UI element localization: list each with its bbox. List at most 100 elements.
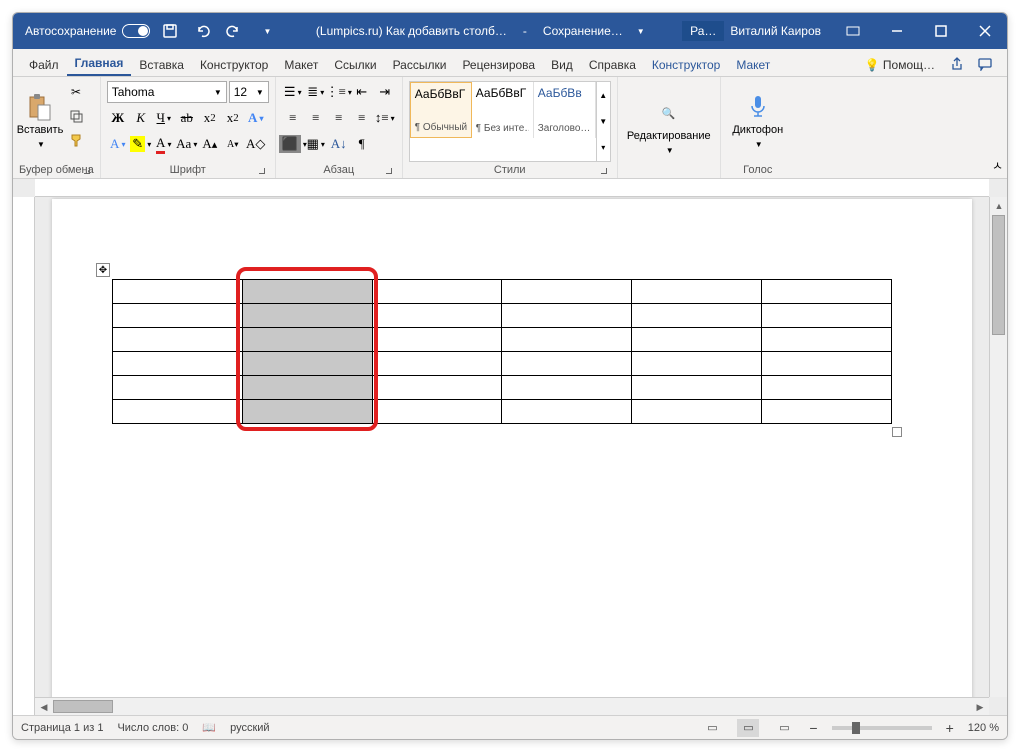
style-no-spacing[interactable]: АаБбВвГ ¶ Без инте… [472, 82, 534, 138]
word-count[interactable]: Число слов: 0 [117, 722, 188, 734]
subscript-button[interactable]: x2 [199, 107, 221, 129]
table-move-handle[interactable]: ✥ [96, 263, 110, 277]
table-resize-handle[interactable] [892, 427, 902, 437]
strikethrough-button[interactable]: ab [176, 107, 198, 129]
print-layout-button[interactable]: ▭ [737, 719, 759, 737]
user-name[interactable]: Виталий Каиров [730, 24, 831, 38]
styles-gallery[interactable]: АаБбВвГ ¶ Обычный АаБбВвГ ¶ Без инте… Аа… [409, 81, 611, 162]
ribbon: Вставить ▼ ✂ Буфер обмена Tahoma▼ 12▼ Ж [13, 77, 1007, 179]
format-painter-button[interactable] [65, 129, 87, 151]
autosave-toggle[interactable]: Автосохранение [25, 24, 150, 38]
text-effects-button[interactable]: A▾ [245, 107, 267, 129]
tab-insert[interactable]: Вставка [131, 53, 192, 76]
horizontal-ruler[interactable] [35, 179, 989, 197]
tab-home[interactable]: Главная [67, 51, 132, 76]
horizontal-scrollbar[interactable]: ◀ ▶ [35, 697, 989, 715]
styles-dialog-launcher[interactable] [597, 164, 609, 176]
tell-me[interactable]: 💡 Помощ… [857, 53, 943, 76]
table-row [113, 328, 892, 352]
share-button[interactable] [943, 52, 971, 76]
sort-button[interactable]: A↓ [328, 133, 350, 155]
font-size-combo[interactable]: 12▼ [229, 81, 269, 103]
minimize-button[interactable] [875, 13, 919, 49]
vertical-scrollbar[interactable]: ▲ ▼ [989, 197, 1007, 697]
change-case-button[interactable]: Aa▾ [176, 133, 198, 155]
qat-more-button[interactable]: ▼ [254, 19, 278, 43]
tab-table-layout[interactable]: Макет [728, 53, 778, 76]
style-normal[interactable]: АаБбВвГ ¶ Обычный [410, 82, 472, 138]
tab-view[interactable]: Вид [543, 53, 581, 76]
language-status[interactable]: русский [230, 722, 269, 734]
char-shading-button[interactable]: A▾ [107, 133, 129, 155]
bullets-button[interactable]: ☰▾ [282, 81, 304, 103]
collapse-ribbon-button[interactable]: ㅅ [992, 157, 1003, 174]
justify-button[interactable]: ≡ [351, 107, 373, 129]
editing-button[interactable]: 🔍 Редактирование ▼ [624, 81, 714, 174]
tab-mailings[interactable]: Рассылки [385, 53, 455, 76]
document-title: (Lumpics.ru) Как добавить столб… [316, 24, 507, 38]
font-dialog-launcher[interactable] [255, 164, 267, 176]
zoom-out-button[interactable]: − [809, 720, 817, 736]
tab-review[interactable]: Рецензирова [454, 53, 543, 76]
table-row [113, 400, 892, 424]
align-right-button[interactable]: ≡ [328, 107, 350, 129]
undo-button[interactable] [190, 19, 214, 43]
clear-formatting-button[interactable]: A◇ [245, 133, 267, 155]
decrease-indent-button[interactable]: ⇤ [351, 81, 373, 103]
table-row [113, 376, 892, 400]
bold-button[interactable]: Ж [107, 107, 129, 129]
tab-references[interactable]: Ссылки [326, 53, 384, 76]
paragraph-dialog-launcher[interactable] [382, 164, 394, 176]
grow-font-button[interactable]: A▴ [199, 133, 221, 155]
paste-button[interactable]: Вставить ▼ [19, 81, 61, 162]
redo-button[interactable] [222, 19, 246, 43]
italic-button[interactable]: К [130, 107, 152, 129]
save-button[interactable] [158, 19, 182, 43]
show-marks-button[interactable]: ¶ [351, 133, 373, 155]
multilevel-button[interactable]: ⋮≡▾ [328, 81, 350, 103]
spell-check-icon[interactable]: 📖 [202, 721, 216, 734]
app-badge[interactable]: Ра… [682, 21, 724, 41]
style-heading1[interactable]: АаБбВв Заголово… [534, 82, 596, 138]
copy-button[interactable] [65, 105, 87, 127]
tab-layout[interactable]: Макет [276, 53, 326, 76]
increase-indent-button[interactable]: ⇥ [374, 81, 396, 103]
numbering-button[interactable]: ≣▾ [305, 81, 327, 103]
dictate-button[interactable]: Диктофон ▼ [727, 81, 789, 162]
zoom-level[interactable]: 120 % [968, 722, 999, 734]
font-name-combo[interactable]: Tahoma▼ [107, 81, 227, 103]
borders-button[interactable]: ▦▾ [305, 133, 327, 155]
vertical-ruler[interactable] [13, 197, 35, 715]
maximize-button[interactable] [919, 13, 963, 49]
close-button[interactable] [963, 13, 1007, 49]
focus-view-button[interactable]: ▭ [701, 719, 723, 737]
ribbon-display-button[interactable] [831, 13, 875, 49]
comments-button[interactable] [971, 52, 999, 76]
tab-table-design[interactable]: Конструктор [644, 53, 728, 76]
document-table[interactable] [112, 279, 892, 424]
zoom-slider[interactable] [832, 726, 932, 730]
page-viewport[interactable]: ✥ [35, 197, 989, 697]
font-color-button[interactable]: A▾ [153, 133, 175, 155]
underline-button[interactable]: Ч▾ [153, 107, 175, 129]
page-status[interactable]: Страница 1 из 1 [21, 722, 103, 734]
tab-help[interactable]: Справка [581, 53, 644, 76]
align-center-button[interactable]: ≡ [305, 107, 327, 129]
shading-button[interactable]: ⬛▾ [282, 133, 304, 155]
save-status: Сохранение… [543, 24, 623, 38]
tab-design[interactable]: Конструктор [192, 53, 276, 76]
zoom-in-button[interactable]: + [946, 720, 954, 736]
highlight-button[interactable]: ✎▾ [130, 133, 152, 155]
clipboard-dialog-launcher[interactable] [80, 164, 92, 176]
autosave-label: Автосохранение [25, 24, 116, 38]
shrink-font-button[interactable]: A▾ [222, 133, 244, 155]
line-spacing-button[interactable]: ↕≡▾ [374, 107, 396, 129]
superscript-button[interactable]: x2 [222, 107, 244, 129]
web-layout-button[interactable]: ▭ [773, 719, 795, 737]
styles-more-button[interactable]: ▲▼▾ [596, 82, 610, 161]
align-left-button[interactable]: ≡ [282, 107, 304, 129]
table-row [113, 352, 892, 376]
document-page[interactable]: ✥ [52, 199, 972, 697]
tab-file[interactable]: Файл [21, 53, 67, 76]
cut-button[interactable]: ✂ [65, 81, 87, 103]
